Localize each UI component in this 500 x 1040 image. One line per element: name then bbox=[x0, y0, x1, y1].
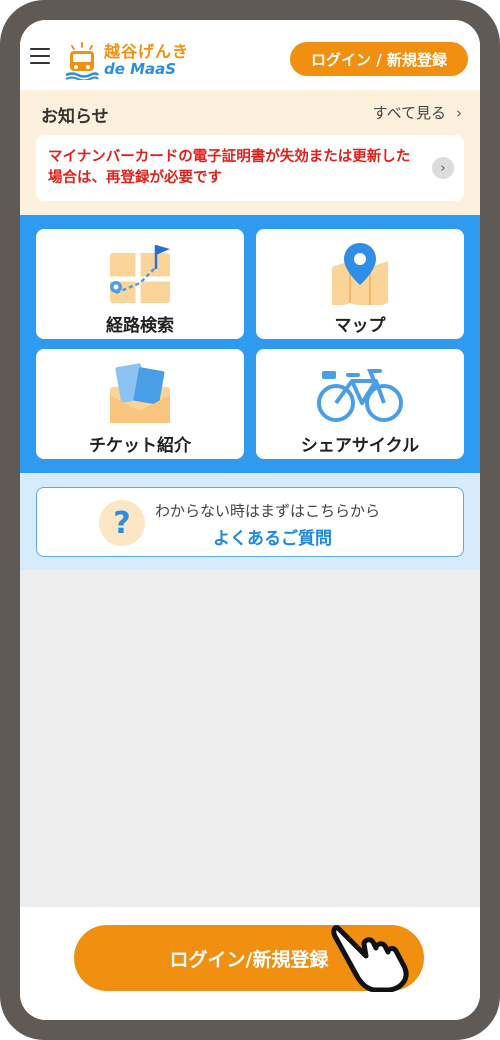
pointing-hand-icon bbox=[331, 925, 409, 992]
notice-section: お知らせ すべて見る › マイナンバーカードの電子証明書が失効または更新した場合… bbox=[20, 90, 480, 215]
faq-link-card[interactable]: ? わからない時はまずはこちらから よくあるご質問 bbox=[36, 487, 464, 557]
faq-section: ? わからない時はまずはこちらから よくあるご質問 bbox=[20, 473, 480, 570]
ticket-icon bbox=[110, 363, 170, 423]
see-all-label: すべて見る bbox=[372, 104, 446, 122]
map-tile[interactable]: マップ bbox=[256, 229, 464, 339]
ticket-tile[interactable]: チケット紹介 bbox=[36, 349, 244, 459]
map-pin-icon bbox=[332, 243, 388, 305]
header-login-button[interactable]: ログイン / 新規登録 bbox=[290, 42, 468, 76]
menu-grid: 経路検索 マップ チケット紹介 シェアサイクル bbox=[20, 215, 480, 473]
app-screen: 越谷げんき de MaaS ログイン / 新規登録 お知らせ すべて見る › マ… bbox=[20, 20, 480, 1020]
see-all-link[interactable]: すべて見る › bbox=[373, 102, 462, 123]
chevron-right-icon: › bbox=[432, 157, 454, 179]
share-cycle-label: シェアサイクル bbox=[300, 436, 420, 456]
question-mark-icon: ? bbox=[99, 500, 145, 546]
logo-title-text: 越谷げんき bbox=[104, 42, 190, 61]
route-map-icon bbox=[110, 245, 170, 303]
chevron-right-icon: › bbox=[456, 103, 462, 122]
notice-message: マイナンバーカードの電子証明書が失効または更新した場合は、再登録が必要です bbox=[48, 149, 411, 186]
notice-title: お知らせ bbox=[41, 107, 109, 127]
route-search-tile[interactable]: 経路検索 bbox=[36, 229, 244, 339]
logo-subtitle-text: de MaaS bbox=[104, 60, 177, 78]
bicycle-icon bbox=[317, 369, 403, 422]
bus-logo-icon bbox=[65, 42, 100, 80]
app-logo: 越谷げんき de MaaS bbox=[64, 38, 214, 82]
ticket-label: チケット紹介 bbox=[89, 436, 191, 456]
faq-subtitle: わからない時はまずはこちらから bbox=[155, 502, 381, 520]
hamburger-menu-icon[interactable] bbox=[30, 48, 50, 64]
share-cycle-tile[interactable]: シェアサイクル bbox=[256, 349, 464, 459]
app-header: 越谷げんき de MaaS ログイン / 新規登録 bbox=[20, 20, 480, 90]
notice-item[interactable]: マイナンバーカードの電子証明書が失効または更新した場合は、再登録が必要です › bbox=[36, 135, 464, 201]
faq-link-label: よくあるご質問 bbox=[213, 529, 332, 549]
phone-frame: 越谷げんき de MaaS ログイン / 新規登録 お知らせ すべて見る › マ… bbox=[0, 0, 500, 1040]
map-label: マップ bbox=[334, 316, 386, 336]
route-search-label: 経路検索 bbox=[106, 316, 174, 336]
